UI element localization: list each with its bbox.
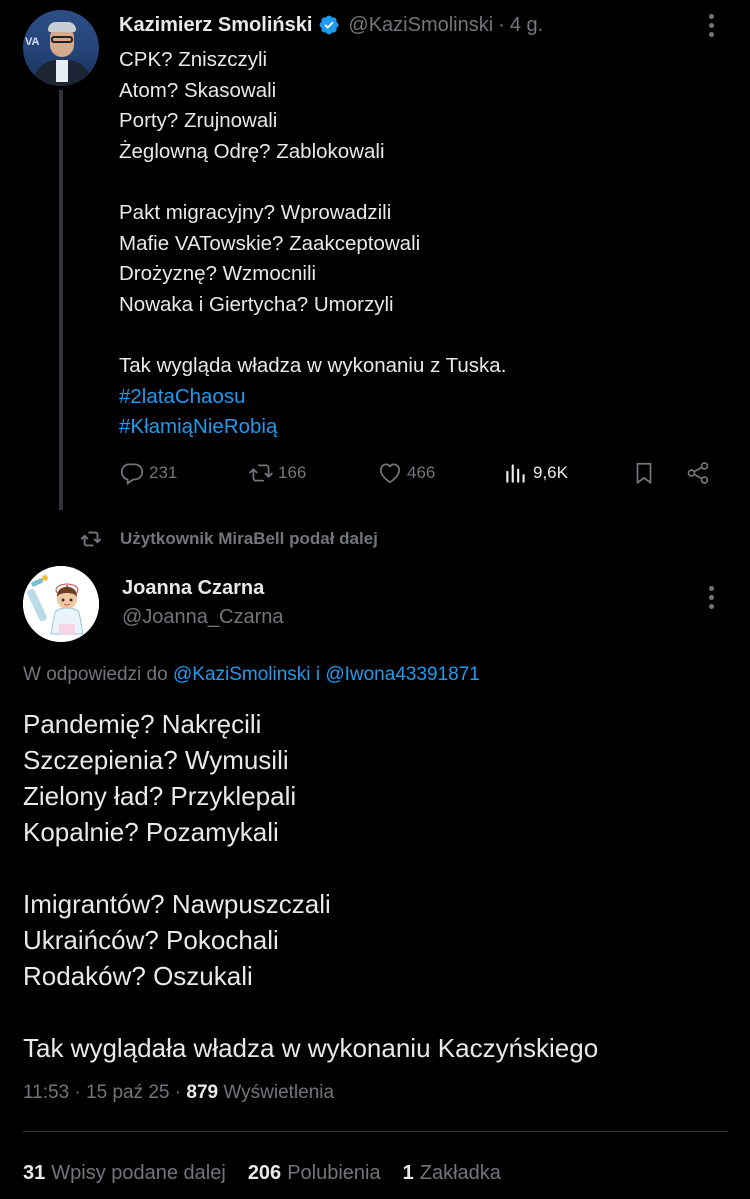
author-handle[interactable]: @KaziSmolinski (348, 14, 493, 37)
tweet-time[interactable]: 4 g. (510, 14, 543, 37)
tweet-text-line: Kopalnie? Pozamykali (23, 817, 279, 847)
mention-link[interactable]: @KaziSmolinski (173, 664, 311, 685)
tweet-header: Kazimierz Smoliński @KaziSmolinski · 4 g… (119, 12, 543, 38)
tweet-text-blank-line (23, 850, 598, 886)
avatar[interactable] (23, 566, 99, 642)
tweet-time[interactable]: 11:53 (23, 1082, 69, 1103)
views-label: Wyświetlenia (223, 1082, 335, 1103)
views-icon (506, 464, 525, 483)
like-icon (379, 463, 401, 484)
likes-stat[interactable]: 206 Polubienia (248, 1162, 381, 1185)
reply-count: 231 (149, 463, 178, 482)
tweet-text-line: Atom? Skasowali (119, 78, 277, 102)
avatar-hair (48, 22, 76, 32)
hashtag-link[interactable]: #KłamiąNieRobią (119, 412, 506, 443)
mention-link[interactable]: @Iwona43391871 (325, 664, 480, 685)
like-count: 466 (407, 463, 436, 482)
meta-separator: · (74, 1082, 81, 1103)
tweet-text-line: Drożyznę? Wzmocnili (119, 262, 317, 286)
mention-joiner: i (315, 664, 321, 685)
likes-label: Polubienia (287, 1162, 381, 1184)
meta-separator: · (174, 1082, 182, 1103)
repost-button[interactable]: 166 (248, 458, 306, 488)
tweet-text-line: Tak wygląda władza w wykonaniu z Tuska. (119, 353, 507, 377)
avatar-glasses (51, 36, 73, 43)
tweet-text-line: Pakt migracyjny? Wprowadzili (119, 200, 392, 224)
tweet-text-blank-line (23, 994, 598, 1030)
tweet-text-line: Porty? Zrujnowali (119, 109, 278, 133)
bookmarks-stat[interactable]: 1 Zakładka (403, 1162, 501, 1185)
tweet-meta: 11:53 · 15 paź 25 · 879 Wyświetlenia (23, 1082, 334, 1104)
tweet-text-line: Ukraińców? Pokochali (23, 925, 279, 955)
tweet-text: CPK? Zniszczyli Atom? Skasowali Porty? Z… (119, 45, 506, 443)
likes-count: 206 (247, 1162, 282, 1184)
like-button[interactable]: 466 (377, 458, 435, 488)
nurse-cartoon-image (23, 566, 99, 642)
avatar-background-text: VA (25, 36, 40, 48)
share-button[interactable] (685, 458, 711, 488)
reply-button[interactable]: 231 (119, 458, 177, 488)
header-separator: · (498, 13, 505, 36)
bookmarks-label: Zakładka (419, 1162, 501, 1184)
repost-notice[interactable]: Użytkownik MiraBell podał dalej (80, 527, 378, 551)
tweet-date[interactable]: 15 paź 25 (86, 1082, 169, 1103)
author-name[interactable]: Joanna Czarna (122, 577, 264, 600)
tweet-text-line: CPK? Zniszczyli (119, 48, 268, 71)
tweet-text-line: Mafie VATowskie? Zaakceptowali (119, 231, 421, 255)
tweet-text-line: Tak wyglądała władza w wykonaniu Kaczyńs… (23, 1033, 599, 1063)
bookmark-icon (636, 462, 652, 484)
tweet-text-blank-line (119, 167, 506, 198)
tweet-text-line: Imigrantów? Nawpuszczali (23, 889, 331, 919)
divider (23, 1131, 728, 1132)
tweet-actions: 231 166 466 9,6K (119, 458, 719, 488)
author-name[interactable]: Kazimierz Smoliński (119, 14, 312, 37)
tweet-text-line: Żeglowną Odrę? Zablokowali (119, 139, 385, 163)
repost-icon (249, 464, 273, 482)
share-icon (687, 462, 709, 484)
views-count: 879 (186, 1082, 219, 1103)
reposts-count: 31 (23, 1162, 46, 1184)
parent-tweet[interactable]: VA Kazimierz Smoliński @KaziSmolinski · … (0, 0, 750, 510)
repost-count: 166 (278, 463, 307, 482)
reposts-stat[interactable]: 31 Wpisy podane dalej (23, 1162, 226, 1185)
tweet-text-line: Szczepienia? Wymusili (23, 745, 289, 775)
tweet-text-line: Rodaków? Oszukali (23, 961, 253, 991)
reply-context: W odpowiedzi do @KaziSmolinski i @Iwona4… (23, 664, 480, 686)
reposts-label: Wpisy podane dalej (51, 1162, 226, 1184)
avatar-shirt (56, 60, 68, 82)
reply-icon (120, 463, 144, 485)
tweet-text-line: Zielony ład? Przyklepali (23, 781, 297, 811)
verified-badge-icon (320, 15, 339, 35)
more-icon[interactable] (700, 584, 722, 612)
thread-line (59, 90, 63, 510)
avatar[interactable]: VA (23, 10, 99, 86)
repost-notice-text: Użytkownik MiraBell podał dalej (120, 529, 378, 548)
more-icon[interactable] (700, 12, 722, 40)
hashtag-link[interactable]: #2lataChaosu (119, 382, 506, 413)
tweet-text-blank-line (119, 320, 506, 351)
reply-prefix: W odpowiedzi do (23, 664, 168, 685)
tweet-text-line: Nowaka i Giertycha? Umorzyli (119, 292, 394, 316)
tweet-stats: 31 Wpisy podane dalej 206 Polubienia 1 Zakł… (23, 1162, 523, 1185)
repost-icon (80, 531, 102, 547)
views-count: 9,6K (533, 463, 568, 482)
bookmark-button[interactable] (631, 458, 657, 488)
tweet-text: Pandemię? Nakręcili Szczepienia? Wymusil… (23, 706, 598, 1066)
author-handle[interactable]: @Joanna_Czarna (122, 606, 284, 629)
bookmarks-count: 1 (402, 1162, 414, 1184)
tweet-text-line: Pandemię? Nakręcili (23, 709, 262, 739)
views-button[interactable]: 9,6K (503, 458, 568, 488)
